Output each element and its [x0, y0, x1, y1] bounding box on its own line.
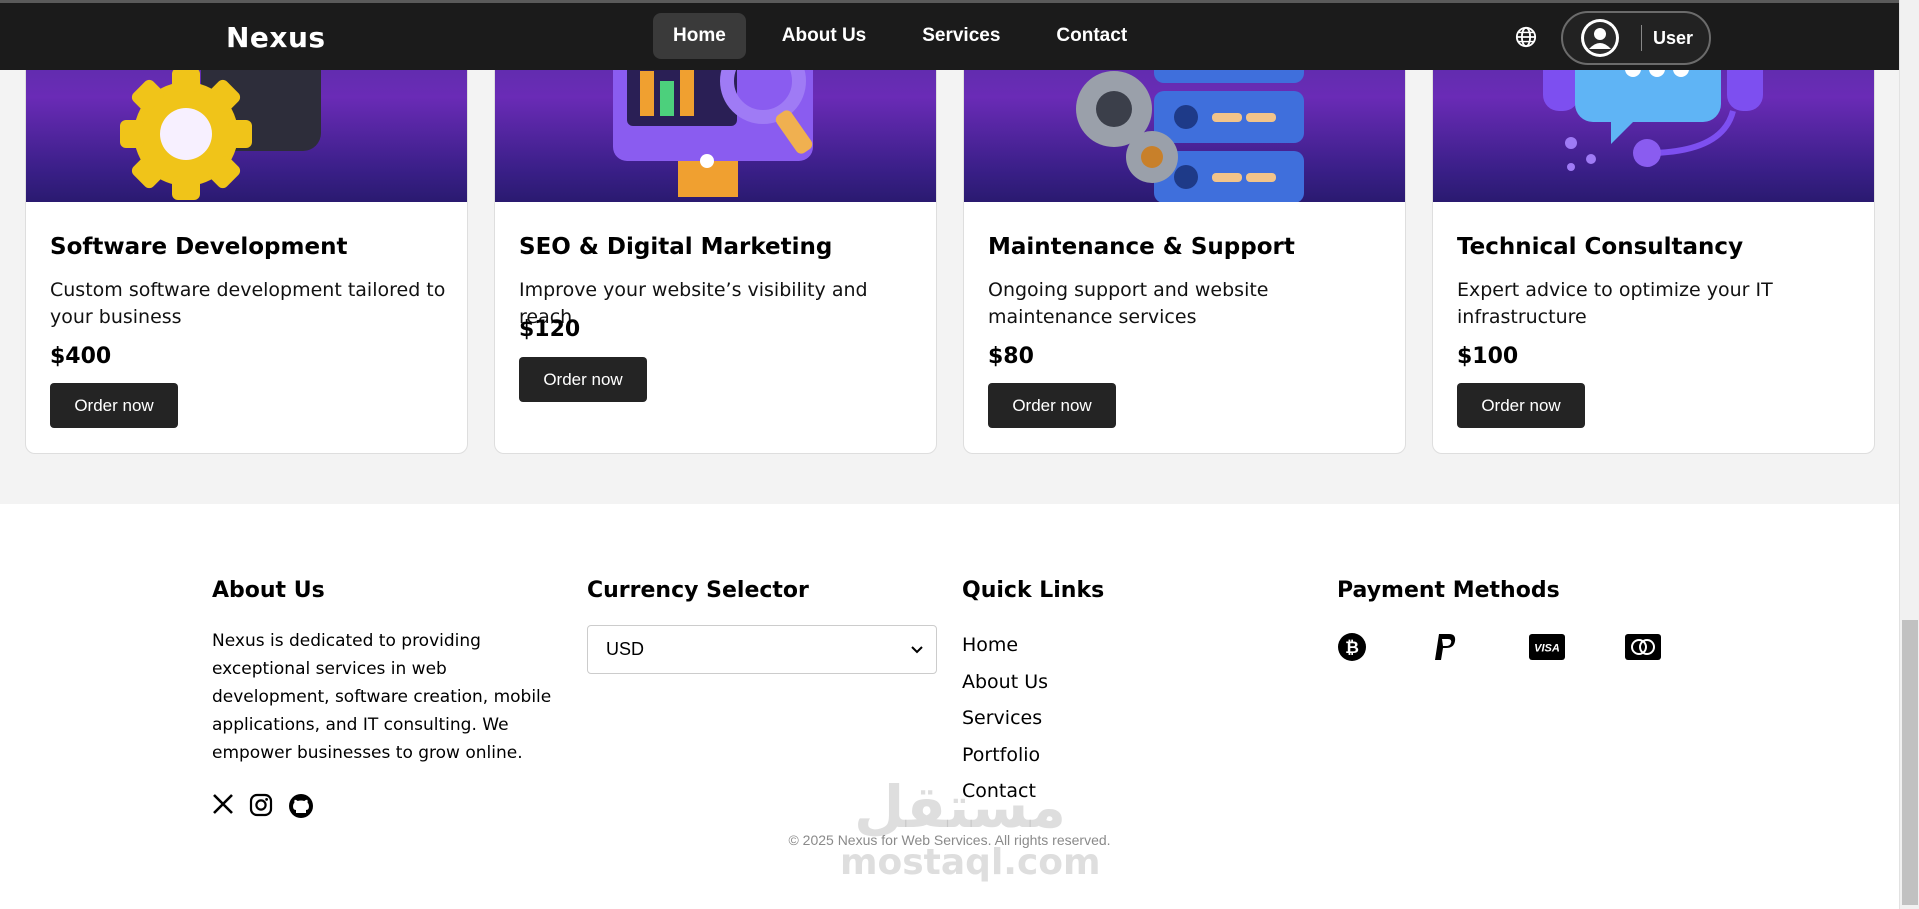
service-title: Maintenance & Support — [988, 234, 1295, 260]
scrollbar-thumb[interactable] — [1902, 620, 1918, 905]
footer: About Us Nexus is dedicated to providing… — [0, 504, 1899, 909]
order-now-button[interactable]: Order now — [988, 383, 1116, 428]
footer-about: About Us Nexus is dedicated to providing… — [212, 578, 562, 819]
service-card: Technical Consultancy Expert advice to o… — [1432, 40, 1875, 454]
bitcoin-icon: ₿ — [1337, 633, 1373, 661]
avatar — [1581, 19, 1619, 57]
service-description: Expert advice to optimize your IT infras… — [1457, 279, 1773, 328]
user-label: User — [1653, 27, 1694, 48]
svg-text:VISA: VISA — [1534, 643, 1560, 655]
svg-text:₿: ₿ — [1345, 638, 1359, 658]
quick-link-about[interactable]: About Us — [962, 664, 1104, 701]
footer-about-heading: About Us — [212, 578, 325, 603]
watermark-latin: mostaql.com — [840, 842, 1101, 883]
visa-icon: VISA — [1529, 633, 1565, 661]
service-title: Technical Consultancy — [1457, 234, 1744, 260]
chevron-down-icon — [911, 645, 923, 653]
paypal-icon — [1433, 633, 1469, 661]
quick-link-portfolio[interactable]: Portfolio — [962, 737, 1104, 774]
service-price: $100 — [1457, 344, 1519, 369]
nav-links: Home About Us Services Contact — [653, 13, 1163, 59]
quick-link-services[interactable]: Services — [962, 700, 1104, 737]
watermark: مستقل mostaql.com — [840, 772, 1101, 883]
currency-select-value: USD — [606, 639, 645, 659]
scrollbar[interactable] — [1899, 0, 1919, 909]
service-card: Software Development Custom software dev… — [25, 40, 468, 454]
footer-currency: Currency Selector USD — [587, 578, 937, 674]
service-price: $120 — [519, 317, 581, 342]
order-now-button[interactable]: Order now — [1457, 383, 1585, 428]
navbar: Nexus Home About Us Services Contact Use… — [0, 0, 1899, 70]
nav-link-services[interactable]: Services — [902, 13, 1020, 59]
service-description: Custom software development tailored to … — [50, 279, 446, 328]
globe-icon[interactable] — [1515, 26, 1537, 48]
nav-link-home[interactable]: Home — [653, 13, 746, 59]
social-links — [212, 793, 562, 819]
footer-about-text: Nexus is dedicated to providing exceptio… — [212, 631, 552, 763]
order-now-button[interactable]: Order now — [519, 357, 647, 402]
nav-link-about[interactable]: About Us — [762, 13, 886, 59]
services-grid: Software Development Custom software dev… — [25, 40, 1875, 454]
service-description: Ongoing support and website maintenance … — [988, 279, 1269, 328]
quick-link-home[interactable]: Home — [962, 627, 1104, 664]
service-title: Software Development — [50, 234, 348, 260]
footer-quick-links-heading: Quick Links — [962, 578, 1105, 603]
mastercard-icon — [1625, 633, 1661, 661]
copyright: © 2025 Nexus for Web Services. All right… — [788, 832, 1111, 848]
service-card: Maintenance & Support Ongoing support an… — [963, 40, 1406, 454]
order-now-button[interactable]: Order now — [50, 383, 178, 428]
service-price: $80 — [988, 344, 1034, 369]
nav-link-contact[interactable]: Contact — [1036, 13, 1147, 59]
payment-icons: ₿ VISA — [1337, 633, 1721, 661]
footer-payment: Payment Methods ₿ VISA — [1337, 578, 1721, 661]
user-menu-button[interactable]: User — [1561, 11, 1711, 65]
x-icon[interactable] — [212, 793, 234, 815]
user-icon — [1584, 22, 1616, 54]
instagram-icon[interactable] — [249, 793, 273, 817]
service-title: SEO & Digital Marketing — [519, 234, 833, 260]
service-card: SEO & Digital Marketing Improve your web… — [494, 40, 937, 454]
currency-select[interactable]: USD — [587, 625, 937, 674]
github-icon[interactable] — [288, 793, 314, 819]
footer-currency-heading: Currency Selector — [587, 578, 809, 603]
logo[interactable]: Nexus — [226, 21, 326, 54]
footer-payment-heading: Payment Methods — [1337, 578, 1560, 603]
service-price: $400 — [50, 344, 112, 369]
pill-divider — [1641, 25, 1642, 51]
